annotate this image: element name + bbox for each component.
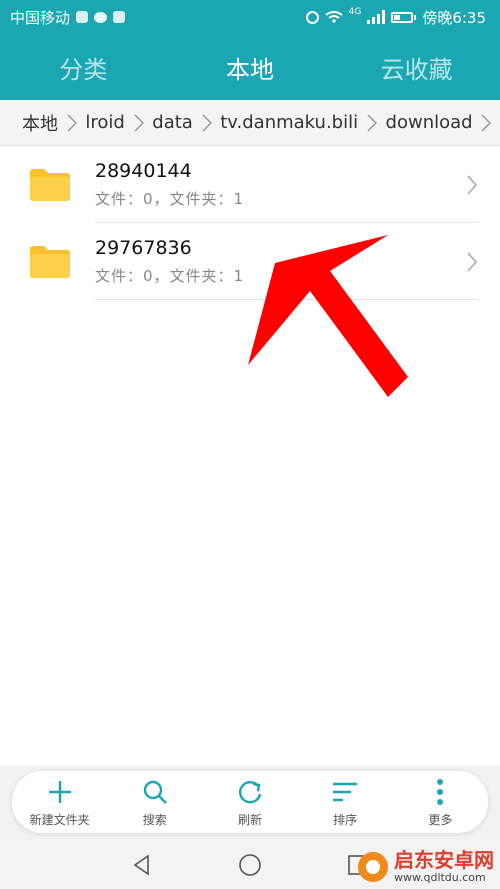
list-item[interactable]: 28940144 文件：0，文件夹：1	[0, 146, 500, 223]
battery-icon	[391, 11, 417, 23]
chevron-right-icon	[467, 175, 478, 195]
list-item-text: 28940144 文件：0，文件夹：1	[95, 160, 244, 209]
refresh-icon	[236, 777, 264, 807]
home-button[interactable]	[236, 851, 264, 879]
chevron-right-icon	[479, 113, 494, 132]
more-button[interactable]: 更多	[400, 777, 480, 828]
folder-icon	[30, 246, 70, 278]
carrier-label: 中国移动	[10, 8, 71, 27]
tab-category-label: 分类	[59, 55, 108, 84]
tab-cloud-label: 云收藏	[380, 55, 453, 84]
sort-icon	[331, 777, 359, 807]
app-notification-icon	[76, 11, 89, 23]
sort-label: 排序	[333, 812, 358, 827]
watermark-title: 启东安卓网	[394, 848, 494, 872]
chevron-right-icon	[131, 113, 146, 132]
watermark: 启东安卓网 www.qdltdu.com	[358, 850, 494, 883]
breadcrumb-local[interactable]: 本地	[22, 110, 58, 136]
new-folder-button[interactable]: 新建文件夹	[20, 777, 100, 828]
folder-meta: 文件：0，文件夹：1	[95, 267, 245, 285]
tab-category[interactable]: 分类	[0, 34, 167, 100]
network-type: 4G	[348, 6, 362, 17]
alarm-icon	[305, 10, 319, 24]
folder-name: 29767836	[95, 237, 192, 259]
folder-meta: 文件：0，文件夹：1	[95, 190, 245, 208]
clock: 傍晚6:35	[422, 8, 486, 27]
bottom-toolbar: 新建文件夹 搜索 刷新 排序 更多	[12, 771, 488, 833]
refresh-button[interactable]: 刷新	[210, 777, 290, 828]
refresh-label: 刷新	[237, 812, 262, 827]
list-item-text: 29767836 文件：0，文件夹：1	[95, 237, 244, 286]
breadcrumb: 本地 lroid data tv.danmaku.bili download	[0, 100, 500, 146]
status-bar: 中国移动 4G 傍晚6:35	[0, 0, 500, 34]
tab-cloud-favorites[interactable]: 云收藏	[333, 34, 500, 100]
plus-icon	[47, 777, 73, 807]
folder-icon	[30, 169, 70, 201]
wifi-icon	[325, 11, 343, 23]
watermark-logo-icon	[358, 851, 388, 882]
more-label: 更多	[428, 812, 453, 827]
chevron-right-icon	[467, 252, 478, 272]
folder-name: 28940144	[95, 160, 192, 182]
sort-button[interactable]: 排序	[305, 777, 385, 828]
back-icon	[133, 853, 149, 876]
search-icon	[142, 777, 168, 807]
red-arrow-annotation	[248, 235, 408, 397]
more-icon	[436, 777, 444, 807]
notification-icon	[113, 11, 126, 23]
home-icon	[239, 853, 261, 876]
back-button[interactable]	[128, 851, 156, 879]
status-right: 4G 傍晚6:35	[305, 6, 486, 28]
watermark-text: 启东安卓网 www.qdltdu.com	[394, 850, 494, 883]
tab-bar: 分类 本地 云收藏	[0, 34, 500, 100]
tab-local[interactable]: 本地	[167, 34, 334, 100]
breadcrumb-package[interactable]: tv.danmaku.bili	[220, 112, 358, 133]
chevron-right-icon	[364, 113, 379, 132]
status-left: 中国移动	[10, 7, 126, 28]
tab-local-label: 本地	[226, 55, 274, 84]
chevron-right-icon	[64, 113, 79, 132]
breadcrumb-android[interactable]: lroid	[85, 112, 124, 133]
wechat-icon	[94, 11, 108, 23]
chevron-right-icon	[199, 113, 214, 132]
signal-icon	[367, 10, 386, 24]
breadcrumb-data[interactable]: data	[152, 112, 193, 133]
search-button[interactable]: 搜索	[115, 777, 195, 828]
watermark-url: www.qdltdu.com	[394, 871, 486, 884]
breadcrumb-download[interactable]: download	[386, 112, 473, 133]
new-folder-label: 新建文件夹	[29, 812, 90, 827]
search-label: 搜索	[142, 812, 167, 827]
